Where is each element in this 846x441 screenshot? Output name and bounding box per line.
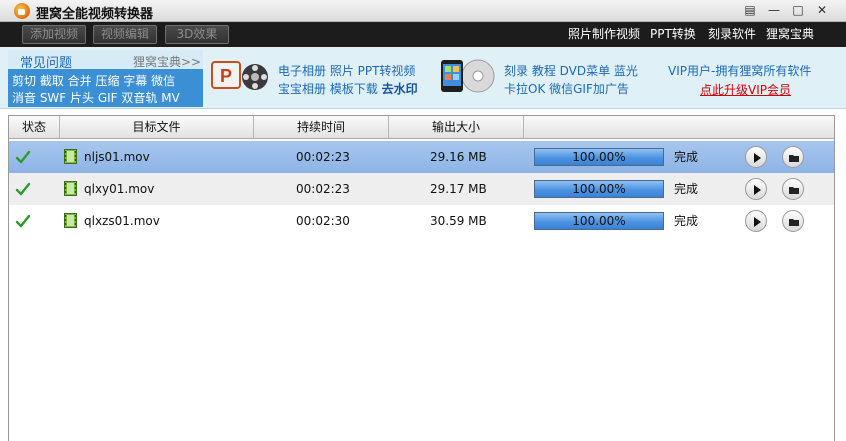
minimize-button[interactable]: — bbox=[766, 3, 782, 17]
phone-disc-icon bbox=[441, 59, 495, 93]
file-name: qlxzs01.mov bbox=[84, 214, 160, 228]
table-header: 状态 目标文件 持续时间 输出大小 bbox=[9, 116, 834, 139]
toolbar: 添加视频 视频编辑 3D效果 照片制作视频 PPT转换 刻录软件 狸窝宝典 bbox=[0, 22, 846, 47]
progress-label: 100.00% bbox=[572, 150, 626, 164]
column-duration[interactable]: 持续时间 bbox=[254, 116, 389, 138]
play-button[interactable] bbox=[745, 210, 767, 232]
maximize-button[interactable]: □ bbox=[790, 3, 806, 17]
play-button[interactable] bbox=[745, 178, 767, 200]
faq-header: 常见问题 狸窝宝典>> bbox=[8, 50, 203, 71]
status-text: 完成 bbox=[674, 182, 699, 196]
play-icon bbox=[754, 217, 761, 227]
play-icon bbox=[754, 185, 761, 195]
status-text: 完成 bbox=[674, 150, 699, 164]
duration-value: 00:02:30 bbox=[296, 214, 350, 228]
title-bar: 狸窝全能视频转换器 ▤ — □ ✕ bbox=[0, 0, 846, 22]
output-size-value: 30.59 MB bbox=[430, 214, 487, 228]
ppt-links-line2: 宝宝相册 模板下载 去水印 bbox=[278, 80, 418, 97]
edit-video-button[interactable]: 视频编辑 bbox=[93, 25, 157, 44]
check-icon bbox=[15, 214, 31, 228]
status-text: 完成 bbox=[674, 214, 699, 228]
ppt-links-line1[interactable]: 电子相册 照片 PPT转视频 bbox=[278, 62, 415, 79]
app-logo-icon bbox=[14, 3, 30, 19]
progress-bar: 100.00% bbox=[534, 212, 664, 230]
output-size-value: 29.16 MB bbox=[430, 150, 487, 164]
faq-panel: 常见问题 狸窝宝典>> 剪切 截取 合并 压缩 字幕 微信 消音 SWF 片头 … bbox=[8, 50, 203, 107]
open-folder-button[interactable] bbox=[782, 210, 804, 232]
burn-links-line1[interactable]: 刻录 教程 DVD菜单 蓝光 bbox=[504, 62, 638, 79]
video-file-icon bbox=[64, 149, 77, 164]
column-output-size[interactable]: 输出大小 bbox=[389, 116, 524, 138]
folder-icon bbox=[789, 155, 799, 162]
restore-icon[interactable]: ▤ bbox=[742, 3, 758, 17]
play-icon bbox=[754, 153, 761, 163]
promo-banner: 常见问题 狸窝宝典>> 剪切 截取 合并 压缩 字幕 微信 消音 SWF 片头 … bbox=[0, 47, 846, 109]
window-title: 狸窝全能视频转换器 bbox=[36, 7, 154, 22]
progress-label: 100.00% bbox=[572, 182, 626, 196]
column-target-file[interactable]: 目标文件 bbox=[60, 116, 254, 138]
faq-links-line2[interactable]: 消音 SWF 片头 GIF 双音轨 MV bbox=[12, 89, 180, 106]
ppt-convert-link[interactable]: PPT转换 bbox=[650, 27, 696, 42]
column-progress bbox=[524, 116, 834, 138]
output-size-value: 29.17 MB bbox=[430, 182, 487, 196]
photo-to-video-link[interactable]: 照片制作视频 bbox=[568, 27, 640, 42]
upgrade-vip-link[interactable]: 点此升级VIP会员 bbox=[700, 81, 791, 98]
play-button[interactable] bbox=[745, 146, 767, 168]
open-folder-button[interactable] bbox=[782, 178, 804, 200]
check-icon bbox=[15, 182, 31, 196]
duration-value: 00:02:23 bbox=[296, 150, 350, 164]
folder-icon bbox=[789, 187, 799, 194]
add-video-button[interactable]: 添加视频 bbox=[22, 25, 86, 44]
table-row[interactable]: qlxy01.mov 00:02:23 29.17 MB 100.00% 完成 bbox=[9, 173, 834, 205]
file-name: qlxy01.mov bbox=[84, 182, 155, 196]
progress-bar: 100.00% bbox=[534, 148, 664, 166]
task-table: 状态 目标文件 持续时间 输出大小 nljs01.mov 00:02:23 29… bbox=[8, 115, 835, 441]
vip-info-text: VIP用户-拥有狸窝所有软件 bbox=[668, 64, 812, 78]
faq-links-line1[interactable]: 剪切 截取 合并 压缩 字幕 微信 bbox=[12, 72, 175, 89]
close-button[interactable]: ✕ bbox=[814, 3, 830, 17]
video-file-icon bbox=[64, 213, 77, 228]
liwo-guide-link[interactable]: 狸窝宝典 bbox=[766, 27, 814, 42]
duration-value: 00:02:23 bbox=[296, 182, 350, 196]
effect-3d-button[interactable]: 3D效果 bbox=[165, 25, 229, 44]
open-folder-button[interactable] bbox=[782, 146, 804, 168]
faq-title[interactable]: 常见问题 bbox=[20, 52, 72, 71]
window-right-edge bbox=[835, 115, 846, 441]
progress-label: 100.00% bbox=[572, 214, 626, 228]
faq-more-link[interactable]: 狸窝宝典>> bbox=[133, 53, 201, 70]
table-row[interactable]: nljs01.mov 00:02:23 29.16 MB 100.00% 完成 bbox=[9, 141, 834, 173]
template-links[interactable]: 宝宝相册 模板下载 bbox=[278, 82, 378, 96]
burn-software-link[interactable]: 刻录软件 bbox=[708, 27, 756, 42]
check-icon bbox=[15, 150, 31, 164]
folder-icon bbox=[789, 219, 799, 226]
burn-links-line2[interactable]: 卡拉OK 微信GIF加广告 bbox=[504, 80, 629, 97]
svg-text:P: P bbox=[220, 66, 232, 86]
table-row[interactable]: qlxzs01.mov 00:02:30 30.59 MB 100.00% 完成 bbox=[9, 205, 834, 237]
progress-bar: 100.00% bbox=[534, 180, 664, 198]
ppt-film-icon: P bbox=[211, 61, 268, 90]
file-name: nljs01.mov bbox=[84, 150, 150, 164]
remove-watermark-link[interactable]: 去水印 bbox=[382, 82, 418, 96]
column-status[interactable]: 状态 bbox=[9, 116, 60, 138]
video-file-icon bbox=[64, 181, 77, 196]
